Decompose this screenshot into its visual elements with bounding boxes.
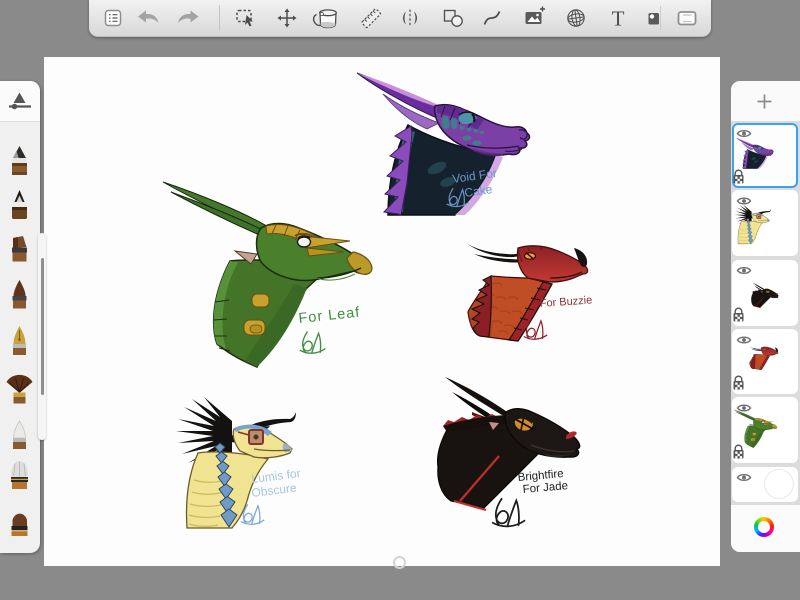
svg-text:For Buzzie: For Buzzie xyxy=(539,294,592,310)
svg-text:For Jade: For Jade xyxy=(522,480,568,496)
svg-text:Cake: Cake xyxy=(463,182,493,200)
svg-text:For Leaf: For Leaf xyxy=(298,305,361,327)
